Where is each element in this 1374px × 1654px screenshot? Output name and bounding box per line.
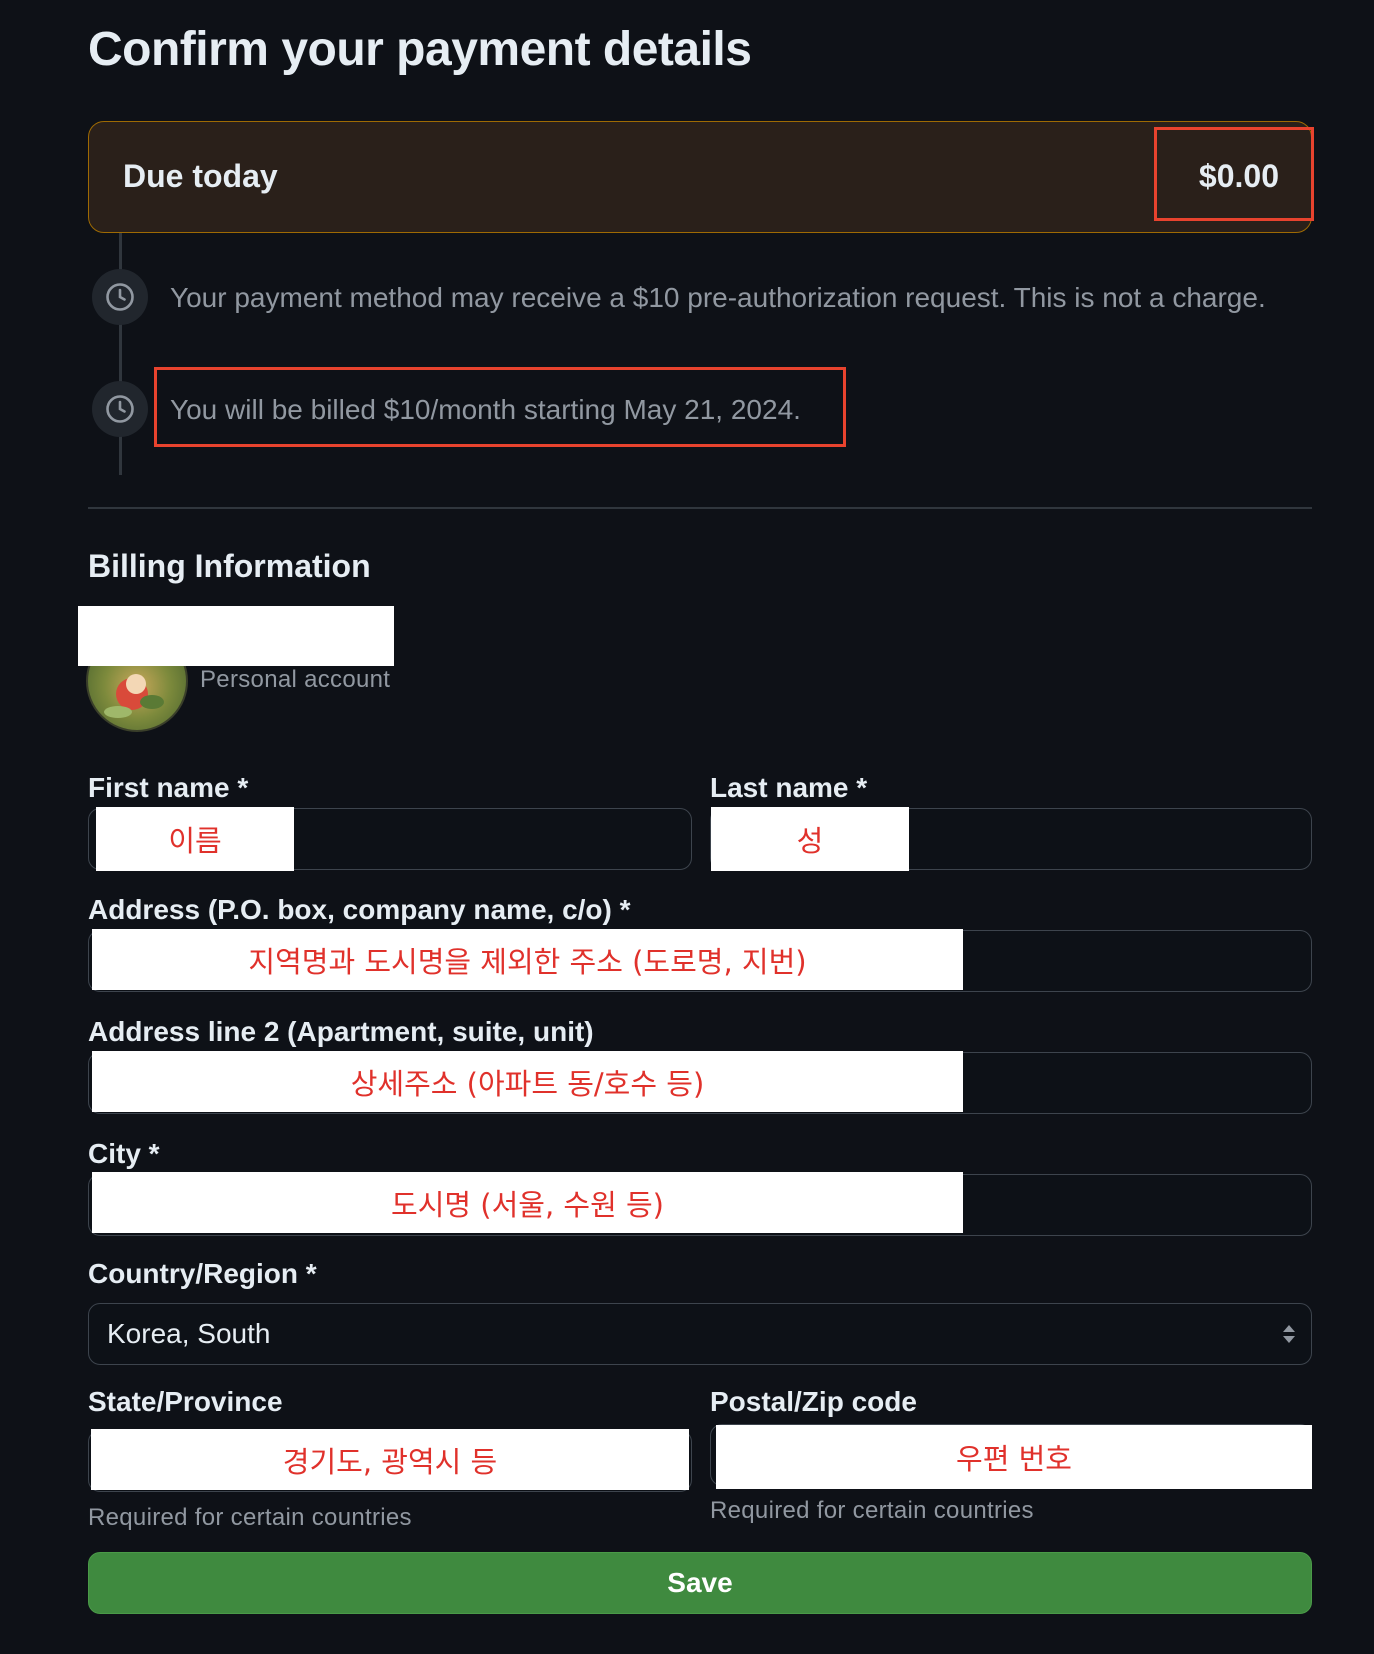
last-name-annotation: 성 xyxy=(711,807,909,871)
first-name-annotation: 이름 xyxy=(96,807,294,871)
amount-highlight-box xyxy=(1154,127,1314,221)
due-today-box: Due today $0.00 xyxy=(88,121,1312,233)
state-annotation: 경기도, 광역시 등 xyxy=(91,1429,689,1490)
page-title: Confirm your payment details xyxy=(88,23,752,76)
country-label: Country/Region * xyxy=(88,1258,317,1289)
preauth-notice: Your payment method may receive a $10 pr… xyxy=(170,282,1266,313)
save-button[interactable]: Save xyxy=(88,1552,1312,1614)
country-select[interactable]: Korea, South xyxy=(88,1303,1312,1365)
address-line2-label: Address line 2 (Apartment, suite, unit) xyxy=(88,1016,594,1047)
address-line2-annotation: 상세주소 (아파트 동/호수 등) xyxy=(92,1051,963,1112)
postal-annotation: 우편 번호 xyxy=(716,1425,1312,1489)
billing-highlight-box xyxy=(154,367,846,447)
billing-section-title: Billing Information xyxy=(88,548,371,584)
address-annotation: 지역명과 도시명을 제외한 주소 (도로명, 지번) xyxy=(92,929,963,990)
due-today-label: Due today xyxy=(123,158,278,194)
state-label: State/Province xyxy=(88,1386,283,1417)
country-select-value: Korea, South xyxy=(107,1318,271,1349)
address-label: Address (P.O. box, company name, c/o) * xyxy=(88,894,631,925)
city-label: City * xyxy=(88,1138,160,1169)
city-annotation: 도시명 (서울, 수원 등) xyxy=(92,1172,963,1233)
redacted-account-name xyxy=(78,606,394,666)
clock-icon xyxy=(92,269,148,325)
clock-icon xyxy=(92,381,148,437)
postal-hint: Required for certain countries xyxy=(710,1497,1034,1524)
select-arrows-icon xyxy=(1283,1325,1295,1343)
state-hint: Required for certain countries xyxy=(88,1504,412,1531)
first-name-label: First name * xyxy=(88,772,249,803)
section-divider xyxy=(88,507,1312,509)
account-type-label: Personal account xyxy=(200,666,391,693)
postal-label: Postal/Zip code xyxy=(710,1386,917,1417)
last-name-label: Last name * xyxy=(710,772,868,803)
